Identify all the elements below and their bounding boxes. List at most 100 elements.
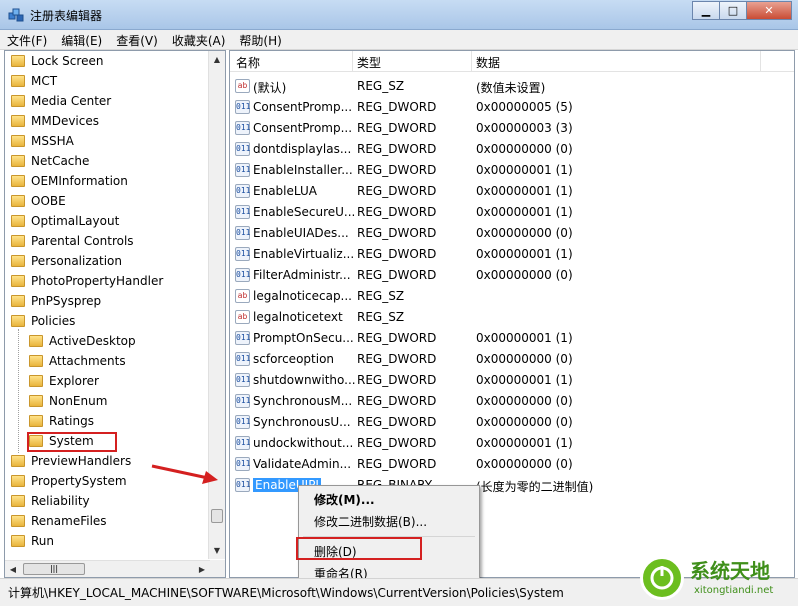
value-type: REG_DWORD	[357, 352, 437, 366]
minimize-button[interactable]: ▁	[692, 1, 720, 20]
value-name: shutdownwitho...	[253, 373, 356, 387]
close-button[interactable]: ✕	[746, 1, 792, 20]
tree-item[interactable]: MSSHA	[11, 131, 74, 151]
value-row[interactable]: 011 scforceoption REG_DWORD 0x00000000 (0)	[230, 349, 794, 370]
regedit-icon	[8, 8, 24, 22]
value-type: REG_DWORD	[357, 436, 437, 450]
string-value-icon: ab	[235, 310, 250, 324]
value-type: REG_SZ	[357, 289, 405, 303]
value-row[interactable]: 011 EnableSecureU... REG_DWORD 0x00000001 (…	[230, 202, 794, 223]
value-data: (长度为零的二进制值)	[476, 480, 594, 494]
tree-item[interactable]: Explorer	[29, 371, 99, 391]
menu-item[interactable]: 收藏夹(A)	[165, 30, 233, 49]
value-row[interactable]: 011 SynchronousU... REG_DWORD 0x00000000 (0…	[230, 412, 794, 433]
folder-icon	[11, 275, 25, 287]
value-data: 0x00000000 (0)	[476, 352, 573, 366]
value-row[interactable]: 011 PromptOnSecu... REG_DWORD 0x00000001 (1…	[230, 328, 794, 349]
value-row[interactable]: 011 shutdownwitho... REG_DWORD 0x00000001 (…	[230, 370, 794, 391]
value-data: 0x00000005 (5)	[476, 100, 573, 114]
value-data: 0x00000000 (0)	[476, 142, 573, 156]
tree-item[interactable]: Policies	[11, 311, 75, 331]
tree-item[interactable]: NetCache	[11, 151, 89, 171]
column-name[interactable]: 名称	[236, 54, 260, 71]
tree-item[interactable]: RenameFiles	[11, 511, 107, 531]
value-data: 0x00000001 (1)	[476, 247, 573, 261]
tree-item[interactable]: Parental Controls	[11, 231, 134, 251]
value-type: REG_DWORD	[357, 226, 437, 240]
tree-item[interactable]: ActiveDesktop	[29, 331, 136, 351]
tree-item[interactable]: OOBE	[11, 191, 66, 211]
scroll-up-icon[interactable]: ▲	[209, 51, 225, 68]
value-name: EnableLUA	[253, 184, 317, 198]
value-data: 0x00000001 (1)	[476, 331, 573, 345]
value-type: REG_DWORD	[357, 163, 437, 177]
value-type: REG_DWORD	[357, 373, 437, 387]
tree-item[interactable]: Run	[11, 531, 54, 551]
tree-item[interactable]: OptimalLayout	[11, 211, 119, 231]
value-row[interactable]: 011 ConsentPromp... REG_DWORD 0x00000003 (3…	[230, 118, 794, 139]
tree-item[interactable]: OEMInformation	[11, 171, 128, 191]
value-row[interactable]: 011 undockwithout... REG_DWORD 0x00000001 (…	[230, 433, 794, 454]
scroll-down-icon[interactable]: ▼	[209, 542, 225, 559]
value-type: REG_DWORD	[357, 100, 437, 114]
scrollbar-thumb[interactable]	[211, 509, 223, 523]
column-data[interactable]: 数据	[476, 54, 500, 71]
value-row[interactable]: 011 ValidateAdmin... REG_DWORD 0x00000000 (…	[230, 454, 794, 475]
scroll-right-icon[interactable]: ▶	[194, 561, 210, 577]
value-data: 0x00000000 (0)	[476, 394, 573, 408]
tree-item[interactable]: NonEnum	[29, 391, 107, 411]
tree-item[interactable]: MMDevices	[11, 111, 99, 131]
value-data: 0x00000000 (0)	[476, 226, 573, 240]
binary-value-icon: 011	[235, 352, 250, 366]
binary-value-icon: 011	[235, 100, 250, 114]
value-row[interactable]: 011 FilterAdministr... REG_DWORD 0x00000000…	[230, 265, 794, 286]
binary-value-icon: 011	[235, 247, 250, 261]
tree-item[interactable]: Lock Screen	[11, 51, 103, 71]
value-row[interactable]: ab (默认) REG_SZ (数值未设置)	[230, 76, 794, 97]
tree-item-label: Policies	[31, 314, 76, 328]
tree-item[interactable]: PhotoPropertyHandler	[11, 271, 163, 291]
value-type: REG_DWORD	[357, 394, 437, 408]
value-type: REG_DWORD	[357, 142, 437, 156]
value-type: REG_SZ	[357, 79, 405, 93]
hscroll-thumb[interactable]: |||	[23, 563, 85, 575]
key-tree-pane[interactable]: ▲ ▼ ◀ ||| ▶ Lock Screen MCT Media Center MM…	[4, 50, 226, 578]
menu-modify-binary[interactable]: 修改二进制数据(B)...	[314, 513, 427, 530]
value-row[interactable]: ab legalnoticecap... REG_SZ	[230, 286, 794, 307]
tree-item[interactable]: Reliability	[11, 491, 90, 511]
value-data: 0x00000001 (1)	[476, 205, 573, 219]
title-bar[interactable]: 注册表编辑器 ▁ □ ✕	[0, 0, 798, 30]
tree-item[interactable]: Attachments	[29, 351, 126, 371]
tree-item[interactable]: Personalization	[11, 251, 122, 271]
menu-modify[interactable]: 修改(M)...	[314, 491, 375, 508]
tree-item[interactable]: Ratings	[29, 411, 94, 431]
value-row[interactable]: 011 EnableVirtualiz... REG_DWORD 0x00000001…	[230, 244, 794, 265]
value-row[interactable]: ab legalnoticetext REG_SZ	[230, 307, 794, 328]
menu-item[interactable]: 文件(F)	[0, 30, 54, 49]
tree-item[interactable]: PnPSysprep	[11, 291, 101, 311]
tree-item-label: RenameFiles	[31, 514, 107, 528]
menu-item[interactable]: 查看(V)	[109, 30, 165, 49]
value-type: REG_SZ	[357, 310, 405, 324]
menu-item[interactable]: 帮助(H)	[232, 30, 288, 49]
tree-item[interactable]: PropertySystem	[11, 471, 127, 491]
value-row[interactable]: 011 EnableLUA REG_DWORD 0x00000001 (1)	[230, 181, 794, 202]
value-row[interactable]: 011 EnableUIADes... REG_DWORD 0x00000000 (0…	[230, 223, 794, 244]
value-row[interactable]: 011 SynchronousM... REG_DWORD 0x00000000 (0…	[230, 391, 794, 412]
column-header: 名称 类型 数据	[230, 51, 794, 72]
tree-item[interactable]: MCT	[11, 71, 57, 91]
tree-item[interactable]: PreviewHandlers	[11, 451, 131, 471]
value-row[interactable]: 011 ConsentPromp... REG_DWORD 0x00000005 (5…	[230, 97, 794, 118]
value-name: legalnoticecap...	[253, 289, 352, 303]
value-type: REG_DWORD	[357, 184, 437, 198]
maximize-button[interactable]: □	[719, 1, 747, 20]
column-type[interactable]: 类型	[357, 54, 381, 71]
value-row[interactable]: 011 dontdisplaylas... REG_DWORD 0x00000000 …	[230, 139, 794, 160]
tree-item[interactable]: Media Center	[11, 91, 111, 111]
scroll-left-icon[interactable]: ◀	[5, 561, 21, 577]
menu-item[interactable]: 编辑(E)	[54, 30, 109, 49]
value-row[interactable]: 011 EnableInstaller... REG_DWORD 0x00000001…	[230, 160, 794, 181]
tree-horizontal-scrollbar[interactable]: ◀ ||| ▶	[5, 560, 210, 577]
value-data: 0x00000001 (1)	[476, 184, 573, 198]
folder-icon	[11, 215, 25, 227]
